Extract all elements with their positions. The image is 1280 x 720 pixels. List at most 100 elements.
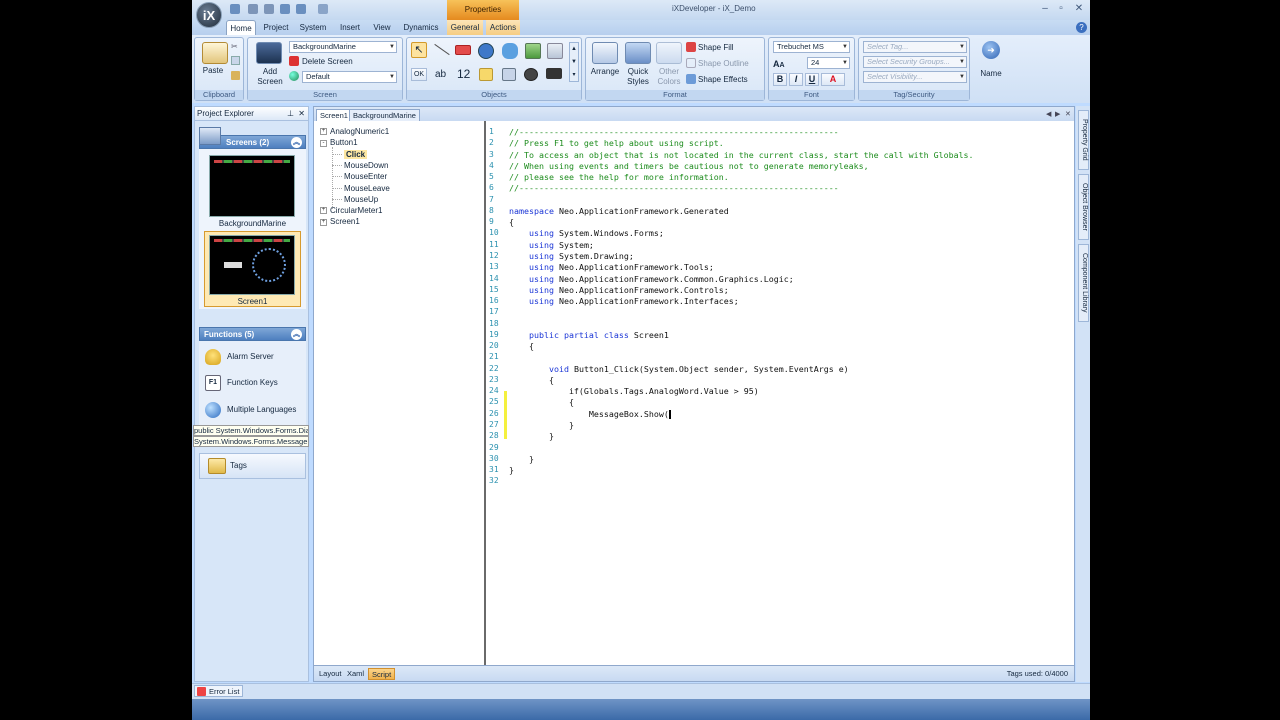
tags-button[interactable]: Tags xyxy=(199,453,306,479)
build-icon[interactable] xyxy=(296,4,306,14)
gallery-icon[interactable] xyxy=(547,43,563,59)
tab-system[interactable]: System xyxy=(298,20,328,35)
other-colors-label-2[interactable]: Colors xyxy=(652,77,686,87)
code-line[interactable]: } xyxy=(509,431,554,441)
background-screen-combo[interactable]: BackgroundMarine ▼ xyxy=(289,41,397,53)
view-tab-xaml[interactable]: Xaml xyxy=(344,668,367,680)
tree-node[interactable]: MouseLeave xyxy=(332,184,390,193)
pointer-select-icon[interactable]: ↖ xyxy=(411,42,427,58)
picture-tool-icon[interactable] xyxy=(525,43,541,59)
bold-button[interactable]: B xyxy=(773,73,787,86)
text-tool-icon[interactable]: ab xyxy=(435,69,446,80)
tab-view[interactable]: View xyxy=(369,20,395,35)
expand-icon[interactable]: + xyxy=(320,207,327,215)
style-combo[interactable]: Default ▼ xyxy=(302,71,397,83)
tab-project[interactable]: Project xyxy=(260,20,292,35)
tab-insert[interactable]: Insert xyxy=(336,20,364,35)
select-security-combo[interactable]: Select Security Groups... ▼ xyxy=(863,56,967,68)
screen-label-screen1[interactable]: Screen1 xyxy=(199,297,306,306)
collapse-functions-icon[interactable]: ︽ xyxy=(291,329,302,340)
tree-node[interactable]: MouseDown xyxy=(332,161,388,170)
shape-effects-button[interactable]: Shape Effects xyxy=(698,75,748,84)
code-line[interactable]: } xyxy=(509,465,514,475)
minimize-icon[interactable]: – xyxy=(1038,3,1052,15)
screen-thumbnail-screen1[interactable] xyxy=(209,235,295,295)
code-line[interactable]: //--------------------------------------… xyxy=(509,183,839,193)
other-colors-icon[interactable] xyxy=(656,42,682,64)
function-alarm-server[interactable]: Alarm Server xyxy=(205,345,274,369)
font-family-combo[interactable]: Trebuchet MS ▼ xyxy=(773,41,850,53)
app-logo[interactable]: iX xyxy=(196,2,222,28)
paste-button[interactable]: Paste xyxy=(199,66,227,76)
select-tag-combo[interactable]: Select Tag... ▼ xyxy=(863,41,967,53)
tree-node[interactable]: - Button1 xyxy=(320,138,358,147)
arrange-button[interactable]: Arrange xyxy=(586,67,624,77)
close-icon[interactable]: ✕ xyxy=(1072,3,1086,15)
add-screen-icon[interactable] xyxy=(256,42,282,64)
tree-node[interactable]: + Screen1 xyxy=(320,217,360,226)
undo-icon[interactable] xyxy=(248,4,258,14)
function-function-keys[interactable]: F1 Function Keys xyxy=(205,371,278,395)
meter-tool-icon[interactable] xyxy=(502,68,516,81)
code-line[interactable]: // To access an object that is not locat… xyxy=(509,150,974,160)
rectangle-tool-icon[interactable] xyxy=(455,45,471,55)
pin-icon[interactable]: ⊥ xyxy=(287,107,294,121)
delete-screen-icon[interactable] xyxy=(289,56,299,66)
tree-node[interactable]: + AnalogNumeric1 xyxy=(320,127,389,136)
tab-dynamics[interactable]: Dynamics xyxy=(401,20,441,35)
view-tab-script[interactable]: Script xyxy=(368,668,396,680)
tree-node[interactable]: Click xyxy=(332,149,368,159)
add-screen-label-2[interactable]: Screen xyxy=(250,77,290,87)
screen-label-backgroundmarine[interactable]: BackgroundMarine xyxy=(199,219,306,228)
other-colors-label-1[interactable]: Other xyxy=(652,67,686,77)
code-line[interactable]: { xyxy=(509,341,534,351)
code-line[interactable]: void Button1_Click(System.Object sender,… xyxy=(509,364,849,374)
code-line[interactable]: using Neo.ApplicationFramework.Common.Gr… xyxy=(509,274,794,284)
redo-icon[interactable] xyxy=(264,4,274,14)
code-line[interactable]: // please see the help for more informat… xyxy=(509,172,729,182)
view-tab-layout[interactable]: Layout xyxy=(316,668,345,680)
font-size-combo[interactable]: 24 ▼ xyxy=(807,57,850,69)
code-line[interactable]: using System.Windows.Forms; xyxy=(509,228,664,238)
tab-scroll-right-icon[interactable]: ▶ xyxy=(1055,110,1060,118)
code-line[interactable]: { xyxy=(509,375,554,385)
italic-button[interactable]: I xyxy=(789,73,803,86)
code-line[interactable]: } xyxy=(509,454,534,464)
screen-thumbnail-backgroundmarine[interactable] xyxy=(209,155,295,217)
arrange-icon[interactable] xyxy=(592,42,618,64)
code-line[interactable]: MessageBox.Show( xyxy=(509,409,671,419)
folder-tool-icon[interactable] xyxy=(479,68,493,81)
code-line[interactable]: using System.Drawing; xyxy=(509,251,634,261)
component-library-tab[interactable]: Component Library xyxy=(1078,244,1089,322)
tab-scroll-left-icon[interactable]: ◀ xyxy=(1046,110,1051,118)
tree-node[interactable]: MouseEnter xyxy=(332,172,387,181)
line-tool-icon[interactable] xyxy=(434,43,450,56)
tree-node[interactable]: + CircularMeter1 xyxy=(320,206,382,215)
font-color-button[interactable]: A xyxy=(821,73,845,86)
quick-styles-icon[interactable] xyxy=(625,42,651,64)
tab-general[interactable]: General xyxy=(447,20,483,35)
code-line[interactable]: using Neo.ApplicationFramework.Interface… xyxy=(509,296,739,306)
paste-icon[interactable] xyxy=(202,42,228,64)
code-line[interactable]: public partial class Screen1 xyxy=(509,330,669,340)
functions-section-header[interactable]: Functions (5) ︽ xyxy=(199,327,306,341)
code-line[interactable]: } xyxy=(509,420,574,430)
error-list-tab[interactable]: Error List xyxy=(194,685,244,697)
panel-close-icon[interactable]: ✕ xyxy=(298,107,305,121)
code-line[interactable]: using Neo.ApplicationFramework.Tools; xyxy=(509,262,714,272)
shape-outline-icon[interactable] xyxy=(686,58,696,68)
function-multiple-languages[interactable]: Multiple Languages xyxy=(205,398,296,422)
code-line[interactable]: //--------------------------------------… xyxy=(509,127,839,137)
numeric-tool-icon[interactable]: 12 xyxy=(457,67,470,81)
name-button[interactable]: Name xyxy=(973,69,1009,79)
objects-scroll-icon[interactable]: ▲ ▼ ▾ xyxy=(569,42,579,82)
quick-styles-label-2[interactable]: Styles xyxy=(620,77,656,87)
format-painter-icon[interactable] xyxy=(231,71,240,80)
run-icon[interactable] xyxy=(280,4,290,14)
collapse-screens-icon[interactable]: ︽ xyxy=(291,137,302,148)
shape-effects-icon[interactable] xyxy=(686,74,696,84)
shape-fill-icon[interactable] xyxy=(686,42,696,52)
doc-tab-screen1[interactable]: Screen1 xyxy=(316,109,352,121)
object-browser-tab[interactable]: Object Browser xyxy=(1078,174,1089,240)
quick-access-icon[interactable] xyxy=(318,4,328,14)
